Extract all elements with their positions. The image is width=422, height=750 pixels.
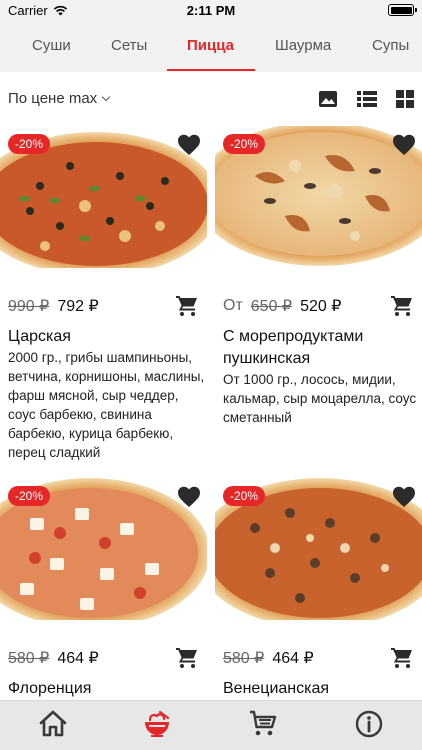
price: 464 ₽ [272,650,314,667]
old-price: 580 ₽ [223,650,265,667]
product-name: Царская [8,328,71,345]
bottom-tab-bar [0,700,422,750]
image-view-icon[interactable] [318,89,338,109]
active-tab-indicator [167,69,255,71]
tab-soups[interactable]: Супы [372,22,409,72]
category-tabs: Суши Сеты Пицца Шаурма Супы [0,22,422,72]
product-name: Венецианская [223,680,330,697]
product-ingredients: грибы шампиньоны, ветчина, корнишоны, ма… [8,350,205,460]
product-image[interactable]: -20% [0,126,207,268]
price-row: 990 ₽ 792 ₽ [8,296,99,316]
chevron-down-icon [101,92,111,102]
product-description: От 1000 гр., лосось, мидии, кальмар, сыр… [223,370,421,427]
product-image[interactable]: -20% [0,478,207,620]
price: 464 ₽ [57,650,99,667]
add-to-cart-button[interactable] [390,294,414,318]
heart-icon[interactable] [177,134,201,156]
old-price: 650 ₽ [250,298,293,315]
price: 792 ₽ [57,298,99,315]
old-price: 990 ₽ [8,298,50,315]
tab-pizza[interactable]: Пицца [187,22,234,72]
tab-sushi[interactable]: Суши [32,22,71,72]
sort-dropdown[interactable]: По цене max [8,90,111,107]
grid-view-icon[interactable] [395,89,415,109]
food-bowl-icon[interactable] [142,709,172,739]
tab-shawarma[interactable]: Шаурма [275,22,331,72]
heart-icon[interactable] [392,134,416,156]
product-weight: От 1000 гр., [223,372,298,387]
price-row: 580 ₽ 464 ₽ [223,648,314,668]
add-to-cart-button[interactable] [175,294,199,318]
home-icon[interactable] [38,709,68,739]
battery-icon [388,4,417,16]
sort-label: По цене max [8,90,98,107]
product-image[interactable]: -20% [215,478,422,620]
discount-badge: -20% [223,134,266,154]
price-row: От 650 ₽ 520 ₽ [223,296,341,316]
old-price: 580 ₽ [8,650,50,667]
discount-badge: -20% [223,486,266,506]
product-name: Флоренция [8,680,92,697]
discount-badge: -20% [8,486,51,506]
product-weight: 2000 гр., [8,350,62,365]
add-to-cart-button[interactable] [390,646,414,670]
tab-sets[interactable]: Сеты [111,22,147,72]
price: 520 ₽ [300,298,342,315]
info-icon[interactable] [354,709,384,739]
product-name: С морепродуктами пушкинская [223,328,364,367]
price-prefix: От [223,297,243,314]
status-time: 2:11 PM [186,3,236,18]
status-bar: Carrier 2:11 PM [0,0,422,22]
cart-icon[interactable] [248,709,278,739]
product-description: 2000 гр., грибы шампиньоны, ветчина, кор… [8,348,206,462]
discount-badge: -20% [8,134,51,154]
list-view-icon[interactable] [356,89,378,109]
heart-icon[interactable] [177,486,201,508]
heart-icon[interactable] [392,486,416,508]
add-to-cart-button[interactable] [175,646,199,670]
product-image[interactable]: -20% [215,126,422,268]
toolbar: По цене max [0,72,422,126]
price-row: 580 ₽ 464 ₽ [8,648,99,668]
